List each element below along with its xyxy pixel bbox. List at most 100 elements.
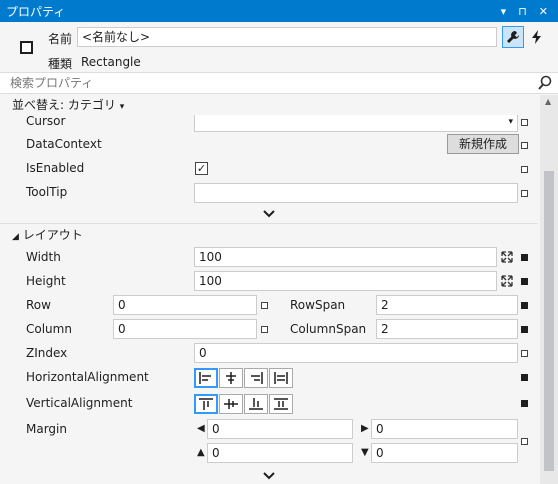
collapse-triangle-icon: ◢ — [12, 232, 19, 242]
close-icon[interactable]: ✕ — [539, 5, 548, 18]
align-middle-icon — [224, 399, 238, 409]
property-marker[interactable] — [521, 350, 528, 357]
new-button[interactable]: 新規作成 — [447, 134, 519, 154]
panel-title: プロパティ — [6, 4, 66, 19]
sort-label: 並べ替え: カテゴリ — [12, 98, 116, 112]
width-input[interactable]: 100 — [194, 247, 497, 267]
valign-stretch-icon — [274, 398, 288, 410]
expand-chevron-icon[interactable] — [262, 471, 276, 481]
height-input[interactable]: 100 — [194, 271, 497, 291]
margin-label: Margin — [26, 422, 67, 436]
property-marker[interactable] — [521, 438, 528, 445]
align-center-icon — [226, 372, 236, 384]
events-view-button[interactable] — [526, 26, 548, 48]
align-bottom-icon — [249, 398, 263, 410]
valign-label: VerticalAlignment — [26, 396, 133, 410]
arrow-up-icon: ▲ — [197, 447, 205, 458]
zindex-input[interactable]: 0 — [194, 343, 518, 363]
section-header-layout[interactable]: ◢ レイアウト — [0, 223, 538, 245]
isenabled-label: IsEnabled — [26, 161, 85, 175]
halign-stretch-button[interactable] — [269, 368, 293, 388]
halign-label: HorizontalAlignment — [26, 370, 149, 384]
property-row-datacontext: DataContext 新規作成 — [0, 133, 538, 157]
isenabled-checkbox[interactable]: ✓ — [195, 162, 208, 175]
lightning-icon — [532, 30, 541, 44]
wrench-icon — [507, 31, 519, 43]
cursor-label: Cursor — [26, 115, 66, 128]
align-right-icon — [251, 372, 263, 384]
property-marker[interactable] — [521, 278, 528, 285]
margin-bottom-input[interactable]: 0 — [371, 443, 518, 463]
name-input[interactable]: <名前なし> — [77, 27, 497, 47]
valign-stretch-button[interactable] — [269, 394, 293, 414]
property-row-column: Column 0 ColumnSpan 2 — [0, 318, 538, 342]
valign-center-button[interactable] — [219, 394, 243, 414]
property-row-margin: Margin ◀ 0 ▶ 0 ▲ 0 ▼ 0 — [0, 418, 538, 466]
property-marker[interactable] — [521, 400, 528, 407]
property-marker[interactable] — [521, 326, 528, 333]
cursor-select[interactable]: ▾ — [194, 115, 518, 132]
panel-titlebar: プロパティ ▾ ⊓ ✕ — [0, 0, 558, 22]
margin-left-input[interactable]: 0 — [207, 419, 353, 439]
pin-icon[interactable]: ⊓ — [518, 5, 527, 18]
property-row-isenabled: IsEnabled ✓ — [0, 157, 538, 181]
vertical-scrollbar[interactable]: ▲ — [540, 95, 558, 484]
property-marker[interactable] — [521, 302, 528, 309]
property-marker[interactable] — [521, 254, 528, 261]
name-label: 名前 — [48, 32, 73, 46]
property-row-cursor: Cursor ▾ — [0, 115, 538, 134]
sort-dropdown[interactable]: 並べ替え: カテゴリ ▾ — [0, 95, 538, 115]
valign-bottom-button[interactable] — [244, 394, 268, 414]
tooltip-label: ToolTip — [26, 185, 68, 199]
property-marker[interactable] — [261, 326, 268, 333]
height-label: Height — [26, 274, 66, 288]
align-stretch-icon — [274, 372, 288, 384]
search-icon[interactable] — [538, 75, 552, 91]
property-row-width: Width 100 — [0, 246, 538, 270]
rowspan-label: RowSpan — [290, 298, 346, 312]
search-bar — [0, 72, 558, 94]
property-marker[interactable] — [521, 142, 528, 149]
arrow-left-icon: ◀ — [197, 423, 205, 434]
expand-chevron-icon[interactable] — [262, 209, 276, 219]
property-row-tooltip: ToolTip — [0, 181, 538, 205]
property-marker[interactable] — [521, 374, 528, 381]
arrow-down-icon: ▼ — [361, 447, 369, 458]
width-label: Width — [26, 250, 61, 264]
property-row-valign: VerticalAlignment — [0, 392, 538, 416]
dropdown-icon[interactable]: ▾ — [501, 5, 507, 18]
scroll-up-icon[interactable]: ▲ — [545, 97, 551, 106]
section-title: レイアウト — [22, 228, 83, 242]
halign-center-button[interactable] — [219, 368, 243, 388]
property-marker[interactable] — [521, 166, 528, 173]
property-marker[interactable] — [261, 302, 268, 309]
tooltip-input[interactable] — [194, 183, 518, 203]
property-row-height: Height 100 — [0, 270, 538, 294]
align-left-icon — [199, 372, 211, 384]
property-row-row: Row 0 RowSpan 2 — [0, 294, 538, 318]
column-input[interactable]: 0 — [113, 319, 257, 339]
arrow-right-icon: ▶ — [361, 423, 369, 434]
margin-top-input[interactable]: 0 — [207, 443, 353, 463]
row-input[interactable]: 0 — [113, 295, 257, 315]
columnspan-label: ColumnSpan — [290, 322, 367, 336]
valign-top-button[interactable] — [194, 394, 218, 414]
halign-left-button[interactable] — [194, 368, 218, 388]
auto-size-icon[interactable] — [501, 251, 513, 263]
property-row-zindex: ZIndex 0 — [0, 342, 538, 366]
search-input[interactable] — [0, 73, 520, 93]
auto-size-icon[interactable] — [501, 275, 513, 287]
property-marker[interactable] — [521, 119, 528, 126]
scrollbar-thumb[interactable] — [544, 171, 554, 471]
property-grid: Cursor ▾ DataContext 新規作成 IsEnabled ✓ To… — [0, 115, 538, 484]
datacontext-label: DataContext — [26, 137, 102, 151]
align-top-icon — [199, 398, 213, 410]
properties-view-button[interactable] — [502, 26, 524, 48]
type-value: Rectangle — [81, 55, 141, 69]
halign-button-group — [194, 368, 293, 388]
halign-right-button[interactable] — [244, 368, 268, 388]
property-marker[interactable] — [521, 190, 528, 197]
rowspan-input[interactable]: 2 — [376, 295, 518, 315]
columnspan-input[interactable]: 2 — [376, 319, 518, 339]
margin-right-input[interactable]: 0 — [371, 419, 518, 439]
